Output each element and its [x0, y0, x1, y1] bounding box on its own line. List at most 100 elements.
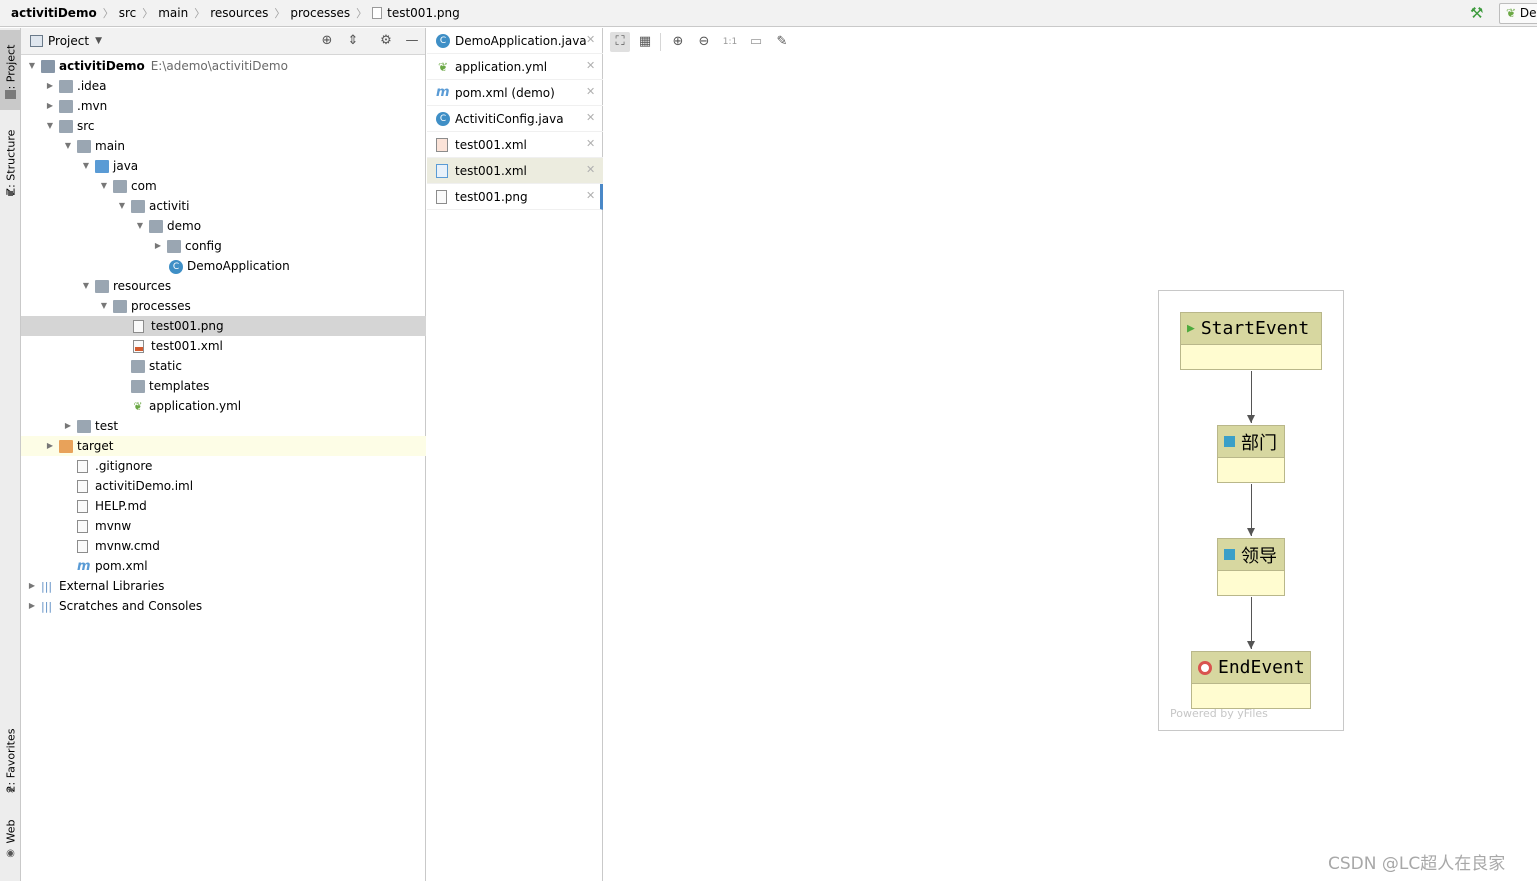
collapsed-arrow-icon[interactable]: ▶	[27, 581, 37, 591]
powered-by-caption: Powered by yFiles	[1170, 707, 1268, 720]
tree-item-config[interactable]: ▶ config	[21, 236, 426, 256]
gear-icon[interactable]: ⚙	[378, 33, 394, 49]
zoom-out-icon[interactable]: ⊖	[694, 32, 714, 52]
tool-tab-web[interactable]: Web	[0, 814, 21, 848]
editor-tab[interactable]: m pom.xml (demo) ✕	[427, 80, 603, 106]
tree-item-label: static	[149, 359, 182, 373]
xml-icon	[436, 138, 448, 152]
expanded-arrow-icon[interactable]: ▼	[27, 61, 37, 71]
editor-tab[interactable]: C DemoApplication.java ✕	[427, 28, 603, 54]
tree-item-static[interactable]: static	[21, 356, 426, 376]
tree-item-idea[interactable]: ▶ .idea	[21, 76, 426, 96]
tree-item-demo[interactable]: ▼ demo	[21, 216, 426, 236]
task-square-icon	[1224, 549, 1235, 560]
collapsed-arrow-icon[interactable]: ▶	[45, 101, 55, 111]
tree-item-iml[interactable]: activitiDemo.iml	[21, 476, 426, 496]
tree-item-root[interactable]: ▼ activitiDemo E:\ademo\activitiDemo	[21, 56, 426, 76]
tree-item-templates[interactable]: templates	[21, 376, 426, 396]
tree-item-target[interactable]: ▶ target	[21, 436, 426, 456]
editor-tab-label: DemoApplication.java	[455, 34, 587, 48]
tree-item-activiti[interactable]: ▼ activiti	[21, 196, 426, 216]
tree-item-label: test001.png	[151, 319, 224, 333]
close-icon[interactable]: ✕	[586, 33, 595, 46]
close-icon[interactable]: ✕	[586, 137, 595, 150]
tree-item-label: demo	[167, 219, 202, 233]
tree-item-test001-png[interactable]: test001.png	[21, 316, 426, 336]
structure-icon: ▪	[7, 188, 14, 199]
breadcrumb-item-file[interactable]: test001.png	[387, 6, 460, 20]
tree-item-pom[interactable]: m pom.xml	[21, 556, 426, 576]
collapse-all-icon[interactable]: ⇕	[345, 33, 361, 49]
run-configuration-selector[interactable]: ❦ De	[1499, 3, 1537, 24]
collapsed-arrow-icon[interactable]: ▶	[27, 601, 37, 611]
tree-item-application-yml[interactable]: ❦ application.yml	[21, 396, 426, 416]
color-picker-icon[interactable]: ✎	[772, 32, 792, 52]
expanded-arrow-icon[interactable]: ▼	[117, 201, 127, 211]
project-view-selector[interactable]: Project	[48, 34, 89, 48]
diagram-node-end: EndEvent	[1191, 651, 1311, 709]
collapsed-arrow-icon[interactable]: ▶	[45, 81, 55, 91]
breadcrumb-item-src[interactable]: src	[119, 6, 137, 20]
folder-icon	[77, 420, 91, 433]
tree-item-gitignore[interactable]: .gitignore	[21, 456, 426, 476]
tree-item-help-md[interactable]: HELP.md	[21, 496, 426, 516]
locate-file-icon[interactable]: ⊕	[319, 33, 335, 49]
close-icon[interactable]: ✕	[586, 111, 595, 124]
expanded-arrow-icon[interactable]: ▼	[45, 121, 55, 131]
editor-tab[interactable]: test001.xml ✕	[427, 132, 603, 158]
collapsed-arrow-icon[interactable]: ▶	[153, 241, 163, 251]
zoom-in-icon[interactable]: ⊕	[668, 32, 688, 52]
fit-to-window-icon[interactable]: ⛶	[610, 32, 630, 52]
file-icon	[77, 540, 88, 553]
tool-tab-structure-label: Z: Structure	[4, 129, 18, 195]
star-icon: ★	[6, 785, 15, 796]
flow-arrow	[1247, 597, 1255, 649]
expanded-arrow-icon[interactable]: ▼	[63, 141, 73, 151]
breadcrumb-item-resources[interactable]: resources	[210, 6, 268, 20]
breadcrumb-item-main[interactable]: main	[158, 6, 188, 20]
leaf-icon: ❦	[1506, 6, 1517, 20]
tree-item-mvn[interactable]: ▶ .mvn	[21, 96, 426, 116]
expanded-arrow-icon[interactable]: ▼	[99, 301, 109, 311]
editor-tab[interactable]: C ActivitiConfig.java ✕	[427, 106, 603, 132]
expanded-arrow-icon[interactable]: ▼	[135, 221, 145, 231]
breadcrumb-item-project[interactable]: activitiDemo	[11, 6, 97, 20]
hide-panel-icon[interactable]: —	[404, 33, 420, 49]
tree-item-demoapplication[interactable]: C DemoApplication	[21, 256, 426, 276]
editor-tab[interactable]: ❦ application.yml ✕	[427, 54, 603, 80]
tree-item-test[interactable]: ▶ test	[21, 416, 426, 436]
image-viewer-toolbar: ⛶ ▦ ⊕ ⊖ 1:1 ▭ ✎	[604, 28, 1537, 55]
tree-item-scratches[interactable]: ▶ ||| Scratches and Consoles	[21, 596, 426, 616]
tree-item-java[interactable]: ▼ java	[21, 156, 426, 176]
tree-item-main[interactable]: ▼ main	[21, 136, 426, 156]
collapsed-arrow-icon[interactable]: ▶	[63, 421, 73, 431]
expanded-arrow-icon[interactable]: ▼	[99, 181, 109, 191]
tree-item-label: test	[95, 419, 119, 433]
expanded-arrow-icon[interactable]: ▼	[81, 161, 91, 171]
editor-tab[interactable]: test001.png ✕	[427, 184, 603, 210]
chevron-down-icon[interactable]: ▼	[95, 36, 102, 46]
tree-item-mvnw-cmd[interactable]: mvnw.cmd	[21, 536, 426, 556]
expanded-arrow-icon[interactable]: ▼	[81, 281, 91, 291]
collapsed-arrow-icon[interactable]: ▶	[45, 441, 55, 451]
close-icon[interactable]: ✕	[586, 85, 595, 98]
tree-item-mvnw[interactable]: mvnw	[21, 516, 426, 536]
tree-item-resources[interactable]: ▼ resources	[21, 276, 426, 296]
fit-zoom-icon[interactable]: ▭	[746, 32, 766, 52]
editor-tab[interactable]: test001.xml ✕	[427, 158, 603, 184]
tree-item-test001-xml[interactable]: test001.xml	[21, 336, 426, 356]
close-icon[interactable]: ✕	[586, 189, 595, 202]
breadcrumb-item-processes[interactable]: processes	[290, 6, 350, 20]
tree-item-com[interactable]: ▼ com	[21, 176, 426, 196]
navigation-bar: activitiDemo 〉 src 〉 main 〉 resources 〉 …	[0, 0, 1537, 27]
actual-size-button[interactable]: 1:1	[720, 32, 740, 52]
close-icon[interactable]: ✕	[586, 59, 595, 72]
file-icon	[133, 320, 144, 333]
tree-item-processes[interactable]: ▼ processes	[21, 296, 426, 316]
close-icon[interactable]: ✕	[586, 163, 595, 176]
tree-item-external-libraries[interactable]: ▶ ||| External Libraries	[21, 576, 426, 596]
tree-item-src[interactable]: ▼ src	[21, 116, 426, 136]
grid-icon[interactable]: ▦	[635, 32, 655, 52]
toolbar-divider	[660, 33, 661, 51]
build-hammer-icon[interactable]: ⚒	[1470, 4, 1488, 22]
